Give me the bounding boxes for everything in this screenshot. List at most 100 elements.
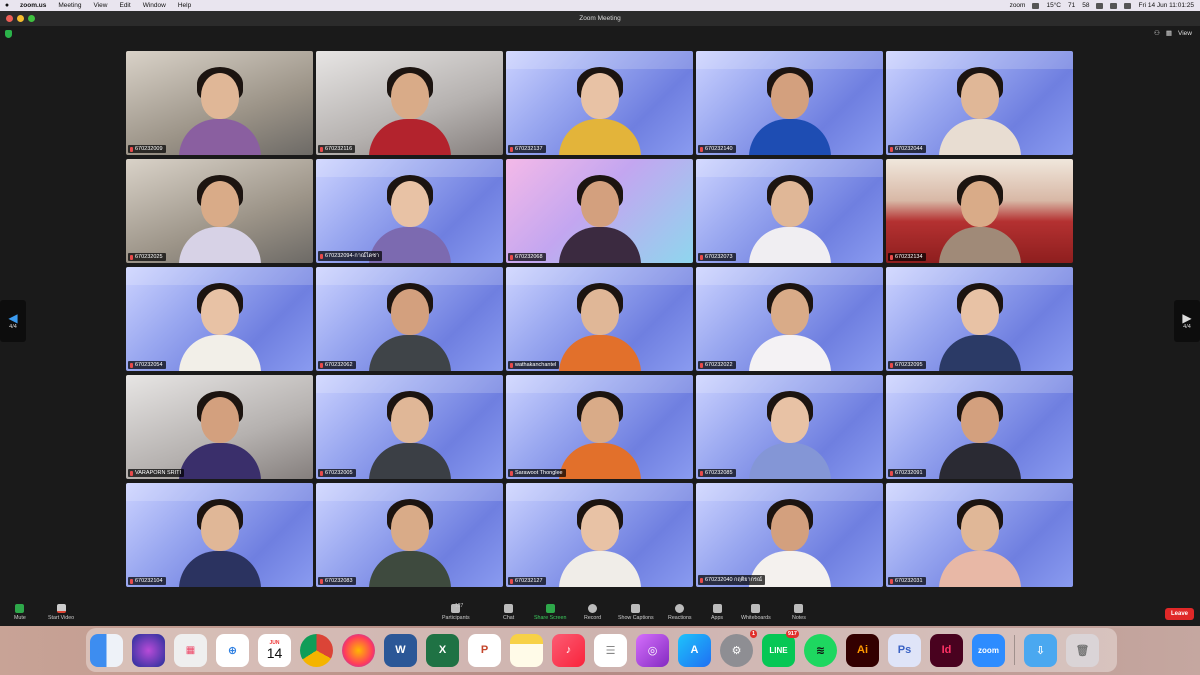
participant-tile[interactable]: 670232094-กาณ์ไดซา xyxy=(316,159,503,263)
notes-button[interactable]: Notes xyxy=(792,604,806,621)
minimize-window-icon[interactable] xyxy=(17,15,24,22)
muted-mic-icon xyxy=(700,470,703,476)
whiteboards-button[interactable]: Whiteboards xyxy=(741,604,771,621)
control-center-icon[interactable] xyxy=(1110,2,1118,9)
participant-tile[interactable]: 670232009 xyxy=(126,51,313,155)
participant-tile[interactable]: 670232137 xyxy=(506,51,693,155)
participants-button[interactable]: 127 Participants xyxy=(442,603,470,621)
view-button[interactable]: ⚇ ▦ View xyxy=(1154,29,1192,38)
participant-tile[interactable]: 670232054 xyxy=(126,267,313,371)
participant-name: 670232031 xyxy=(895,578,923,584)
participant-name-label: 670232025 xyxy=(128,253,166,261)
participant-tile[interactable]: 670232116 xyxy=(316,51,503,155)
participant-name: 670232095 xyxy=(895,362,923,368)
downloads-folder-icon[interactable]: ⇩ xyxy=(1024,633,1057,667)
menu-view[interactable]: View xyxy=(88,2,114,9)
calendar-icon[interactable]: JUN 14 xyxy=(258,633,291,667)
security-shield-icon[interactable] xyxy=(5,30,12,38)
microphone-icon xyxy=(15,604,25,613)
launchpad-icon[interactable]: ▦ xyxy=(174,633,207,667)
app-store-icon[interactable]: A xyxy=(678,633,711,667)
finder-icon[interactable] xyxy=(90,633,123,667)
muted-mic-icon xyxy=(510,470,513,476)
reminders-icon[interactable]: ☰ xyxy=(594,633,627,667)
participant-tile[interactable]: 670232134 xyxy=(886,159,1073,263)
siri-icon[interactable] xyxy=(132,633,165,667)
participant-tile[interactable]: 670232091 xyxy=(886,375,1073,479)
status-battery: 71 xyxy=(1068,2,1076,9)
participant-tile[interactable]: 670232140 xyxy=(696,51,883,155)
participant-tile[interactable]: 670232127 xyxy=(506,483,693,587)
prev-page-button[interactable]: ◀ 4/4 xyxy=(0,300,26,342)
podcasts-icon[interactable]: ◎ xyxy=(636,633,669,667)
participant-tile[interactable]: 670232025 xyxy=(126,159,313,263)
participant-tile[interactable]: 670232068 xyxy=(506,159,693,263)
participant-tile[interactable]: 670232085 xyxy=(696,375,883,479)
start-video-button[interactable]: Start Video xyxy=(48,604,74,621)
leave-button[interactable]: Leave xyxy=(1164,608,1194,620)
participant-tile[interactable]: 670232062 xyxy=(316,267,503,371)
firefox-icon[interactable] xyxy=(342,633,375,667)
search-icon[interactable] xyxy=(1124,2,1132,9)
participant-tile[interactable]: Sarawoot Thonglee xyxy=(506,375,693,479)
show-captions-button[interactable]: Show Captions xyxy=(618,604,654,621)
participant-video xyxy=(177,171,263,263)
record-button[interactable]: Record xyxy=(584,604,601,621)
menu-help[interactable]: Help xyxy=(172,2,197,9)
menu-window[interactable]: Window xyxy=(137,2,172,9)
indesign-icon[interactable]: Id xyxy=(930,633,963,667)
spotify-icon[interactable]: ≋ xyxy=(804,633,837,667)
wifi-icon[interactable] xyxy=(1032,2,1040,9)
system-settings-icon[interactable]: ⚙ 1 xyxy=(720,629,757,667)
apps-button[interactable]: Apps xyxy=(711,604,723,621)
participant-name: 670232009 xyxy=(135,146,163,152)
participant-tile[interactable]: 670232095 xyxy=(886,267,1073,371)
music-icon[interactable]: ♪ xyxy=(552,633,585,667)
photoshop-icon[interactable]: Ps xyxy=(888,633,921,667)
close-window-icon[interactable] xyxy=(6,15,13,22)
share-screen-button[interactable]: Share Screen xyxy=(534,604,566,621)
chat-button[interactable]: Chat xyxy=(503,604,514,621)
participant-video xyxy=(557,279,643,371)
word-icon[interactable]: W xyxy=(384,633,417,667)
participant-tile[interactable]: 670232104 xyxy=(126,483,313,587)
participant-tile[interactable]: 670232073 xyxy=(696,159,883,263)
muted-mic-icon xyxy=(320,470,323,476)
participant-tile[interactable]: 670232044 xyxy=(886,51,1073,155)
menu-app-name[interactable]: zoom.us xyxy=(14,2,52,9)
status-temp: 15°C xyxy=(1046,2,1061,9)
bluetooth-icon[interactable] xyxy=(1096,2,1104,9)
grid-icon: ▦ xyxy=(1165,30,1173,37)
participant-tile[interactable]: VARAPORN SRITI xyxy=(126,375,313,479)
participant-tile[interactable]: 670232040 กฤติยากรณ์ xyxy=(696,483,883,587)
participant-tile[interactable]: wathakanchantel xyxy=(506,267,693,371)
participant-tile[interactable]: 670232083 xyxy=(316,483,503,587)
whiteboards-label: Whiteboards xyxy=(741,615,771,621)
status-clock[interactable]: Fri 14 Jun 11:01:25 xyxy=(1138,2,1194,9)
notes-app-icon[interactable] xyxy=(510,633,543,667)
next-page-button[interactable]: ▶ 4/4 xyxy=(1174,300,1200,342)
participant-tile[interactable]: 670232022 xyxy=(696,267,883,371)
illustrator-icon[interactable]: Ai xyxy=(846,633,879,667)
participant-tile[interactable]: 670232031 xyxy=(886,483,1073,587)
reactions-button[interactable]: Reactions xyxy=(668,604,692,621)
muted-mic-icon xyxy=(320,578,323,584)
trash-icon[interactable]: 🗑 xyxy=(1066,633,1099,667)
menu-edit[interactable]: Edit xyxy=(113,2,136,9)
participant-name: 670232137 xyxy=(515,146,543,152)
apple-icon[interactable]: ● xyxy=(0,2,14,9)
zoom-app-icon[interactable]: zoom xyxy=(972,633,1005,667)
chat-label: Chat xyxy=(503,615,515,621)
powerpoint-icon[interactable]: P xyxy=(468,633,501,667)
safari-icon[interactable]: ⊕ xyxy=(216,633,249,667)
mute-button[interactable]: Mute xyxy=(14,604,26,621)
status-zoom[interactable]: zoom xyxy=(1010,2,1026,9)
zoom-window-icon[interactable] xyxy=(28,15,35,22)
menu-meeting[interactable]: Meeting xyxy=(52,2,87,9)
excel-icon[interactable]: X xyxy=(426,633,459,667)
participant-name-label: 670232127 xyxy=(508,577,546,585)
line-icon[interactable]: LINE 917 xyxy=(762,629,799,667)
mac-menu-bar: ● zoom.us Meeting View Edit Window Help … xyxy=(0,0,1200,11)
participant-tile[interactable]: 670232005 xyxy=(316,375,503,479)
chrome-icon[interactable] xyxy=(300,633,333,667)
